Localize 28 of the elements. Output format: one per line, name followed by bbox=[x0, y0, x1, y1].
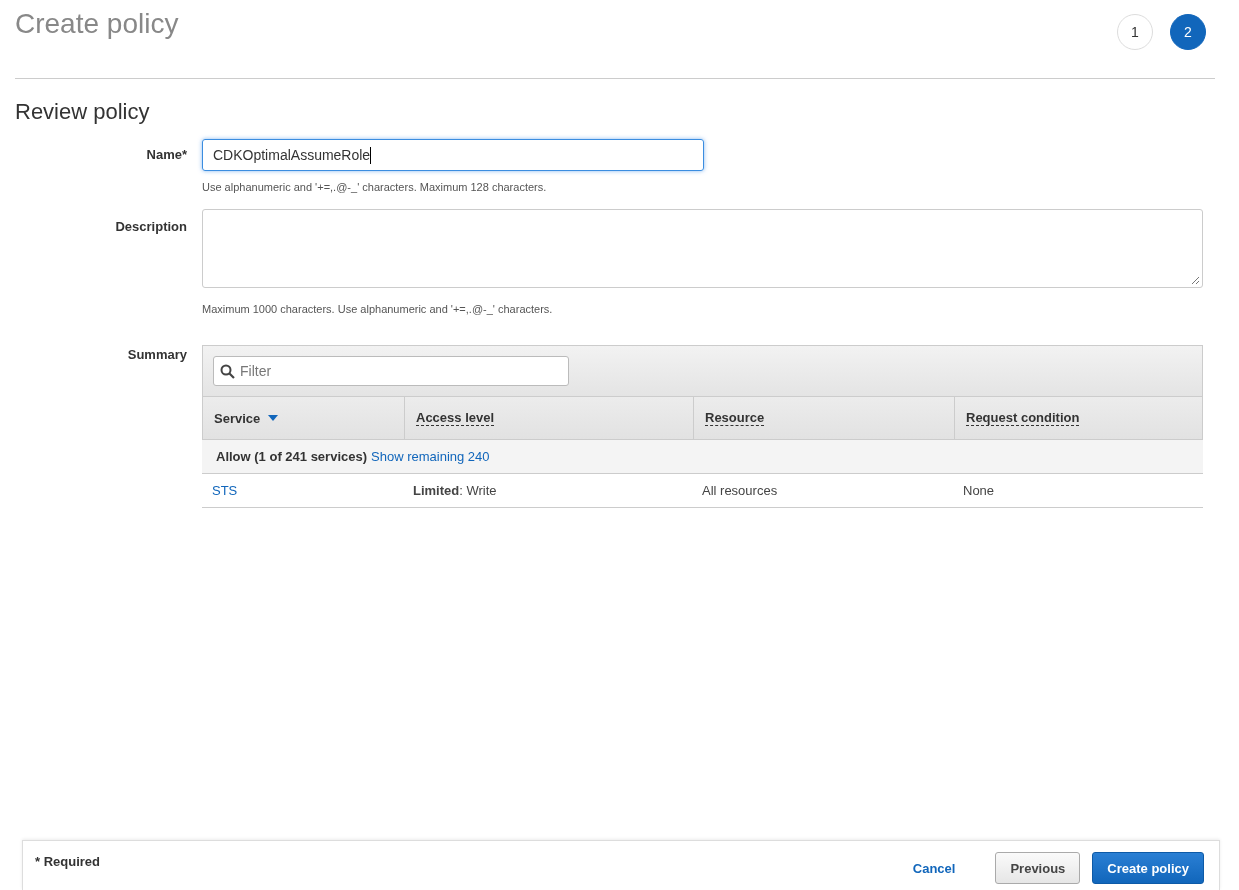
name-input[interactable]: CDKOptimalAssumeRole bbox=[202, 139, 704, 171]
table-cell: Limited: Write bbox=[413, 483, 497, 498]
service-link[interactable]: STS bbox=[212, 483, 238, 498]
column-header[interactable]: Service bbox=[214, 410, 261, 426]
field-label: Name* bbox=[145, 146, 187, 164]
column-header[interactable]: Request condition bbox=[966, 410, 1080, 426]
field-hint: Maximum 1000 characters. Use alphanumeric and '+=,.@-_' characters. bbox=[202, 303, 554, 315]
search-icon bbox=[220, 363, 235, 379]
group-label: Allow (1 of 241 services) bbox=[216, 449, 367, 464]
page-title: Create policy bbox=[15, 8, 179, 40]
primary-button[interactable]: Create policy bbox=[1092, 852, 1204, 884]
section-title: Review policy bbox=[15, 99, 151, 125]
field-hint: Use alphanumeric and '+=,.@-_' characters. Maximum 128 characters. bbox=[202, 181, 548, 193]
step-indicator[interactable]: 1 bbox=[1117, 14, 1153, 50]
cancel-link[interactable]: Cancel bbox=[898, 852, 970, 884]
table-cell: None bbox=[963, 483, 995, 498]
column-header[interactable]: Resource bbox=[705, 410, 765, 426]
field-label: Summary bbox=[126, 346, 187, 364]
table-cell: All resources bbox=[702, 483, 778, 498]
required-note: * Required bbox=[35, 854, 100, 869]
sort-caret-icon[interactable] bbox=[268, 415, 279, 421]
field-label: Description bbox=[114, 218, 187, 236]
step-indicator[interactable]: 2 bbox=[1170, 14, 1206, 50]
column-header[interactable]: Access level bbox=[416, 410, 495, 426]
resize-handle-icon bbox=[1191, 276, 1200, 285]
show-remaining-link[interactable]: Show remaining 240 bbox=[371, 449, 490, 464]
secondary-button[interactable]: Previous bbox=[995, 852, 1081, 884]
filter-field[interactable]: Filter bbox=[213, 356, 569, 386]
